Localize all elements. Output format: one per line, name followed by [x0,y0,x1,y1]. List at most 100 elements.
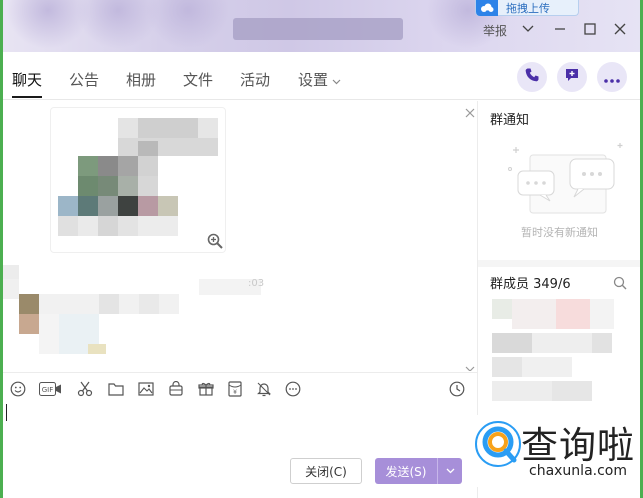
tab-activity[interactable]: 活动 [240,69,270,90]
banner-decoration [143,0,233,52]
blurred-member [592,333,612,353]
scroll-down-icon[interactable] [465,359,475,371]
drag-upload-badge[interactable]: 拖拽上传 [475,0,579,16]
blurred-image-block [58,196,78,216]
clock-icon[interactable] [449,381,465,397]
more-circle-icon[interactable] [285,381,301,397]
blurred-message-bubble [99,294,119,314]
blurred-image-block [118,118,138,138]
maximize-icon[interactable] [581,20,599,38]
blurred-member [512,299,556,329]
blurred-image-block [118,196,138,216]
message-timestamp: :03 [248,278,265,289]
collapse-icon[interactable] [465,103,475,118]
blurred-image-block [58,216,78,236]
blurred-image-block [98,156,118,176]
blurred-image-block [98,176,118,196]
send-button-label: 发送(S) [385,464,427,479]
blurred-image-block [158,196,178,216]
close-button[interactable]: 关闭(C) [290,458,362,484]
blurred-image-block [118,138,218,156]
gift-icon[interactable] [198,381,214,397]
gif-icon[interactable]: GIF [39,381,63,397]
blurred-image-block [118,156,138,176]
input-toolbar: GIF ¥ [3,372,477,404]
blurred-image-block [98,196,118,216]
group-message-button[interactable] [557,62,587,92]
chevron-down-icon[interactable] [519,20,537,38]
cloud-icon [476,0,498,16]
tab-chat[interactable]: 聊天 [12,69,43,98]
folder-icon[interactable] [108,381,124,397]
close-icon[interactable] [611,20,629,38]
blurred-member [556,299,590,329]
text-cursor [6,404,7,421]
more-icon [604,68,620,87]
tab-announcement[interactable]: 公告 [69,69,99,90]
bell-icon[interactable] [256,381,272,397]
blurred-image-block [138,118,198,138]
blurred-image-block [138,216,178,236]
blurred-member [492,299,512,319]
empty-notice-illustration [508,141,628,217]
blurred-image-block [78,176,98,196]
blurred-avatar [19,314,39,334]
chevron-down-icon[interactable] [438,468,462,474]
notice-empty-text: 暂时没有新通知 [521,226,598,239]
tab-settings[interactable]: 设置 [298,69,341,90]
blurred-image-block [78,196,98,216]
minimize-icon[interactable] [551,20,569,38]
blurred-image-block [78,216,98,236]
tab-album[interactable]: 相册 [126,69,156,90]
panel-divider [478,260,640,267]
blurred-avatar [19,294,39,314]
blurred-avatar [3,279,19,299]
blurred-member [552,381,592,401]
blurred-member [522,357,572,377]
group-members-title: 群成员 349/6 [490,277,571,292]
zoom-in-icon[interactable] [207,233,223,249]
blurred-image-block [138,176,158,196]
blurred-image-block [138,141,158,156]
phone-icon [524,67,540,87]
blurred-image-block [118,176,138,196]
message-input[interactable] [3,404,477,454]
blurred-image-block [78,156,98,176]
send-button[interactable]: 发送(S) [375,458,462,484]
image-icon[interactable] [138,381,154,397]
bag-icon[interactable] [168,381,184,397]
tab-settings-label: 设置 [298,71,329,89]
blurred-member [532,333,592,353]
blurred-image-block [98,216,118,236]
blurred-image-block [198,118,218,138]
blurred-message-bubble [39,314,59,354]
gif-icon-label: GIF [42,386,54,394]
blurred-member [590,299,614,329]
watermark: 查询啦 chaxunla.com [469,415,640,487]
blurred-member [492,381,552,401]
more-options-button[interactable] [597,62,627,92]
blurred-member [492,357,522,377]
blurred-image-block [118,216,138,236]
blurred-member [492,333,532,353]
voice-call-button[interactable] [517,62,547,92]
chevron-down-icon [332,71,341,89]
blurred-image-block [138,156,158,176]
group-message-icon [564,67,580,87]
blurred-avatar [3,265,19,279]
drag-upload-label: 拖拽上传 [506,1,550,15]
search-logo-icon [473,419,523,469]
blurred-message-bubble [139,294,159,314]
watermark-url: chaxunla.com [529,463,627,479]
blurred-message-bubble [88,344,106,354]
blurred-image-block [138,196,158,216]
tab-files[interactable]: 文件 [183,69,213,90]
red-packet-icon[interactable]: ¥ [227,381,243,397]
blurred-group-name [233,18,403,40]
qq-group-chat-window: 拖拽上传 举报 聊天 公告 相册 文件 活动 设置:03 GIF ¥ 关闭(C… [3,0,640,498]
emoji-icon[interactable] [10,381,26,397]
search-icon[interactable] [613,275,627,290]
scissors-icon[interactable] [77,381,93,397]
report-button[interactable]: 举报 [483,22,507,39]
chat-message-area[interactable]: :03 [3,101,477,371]
